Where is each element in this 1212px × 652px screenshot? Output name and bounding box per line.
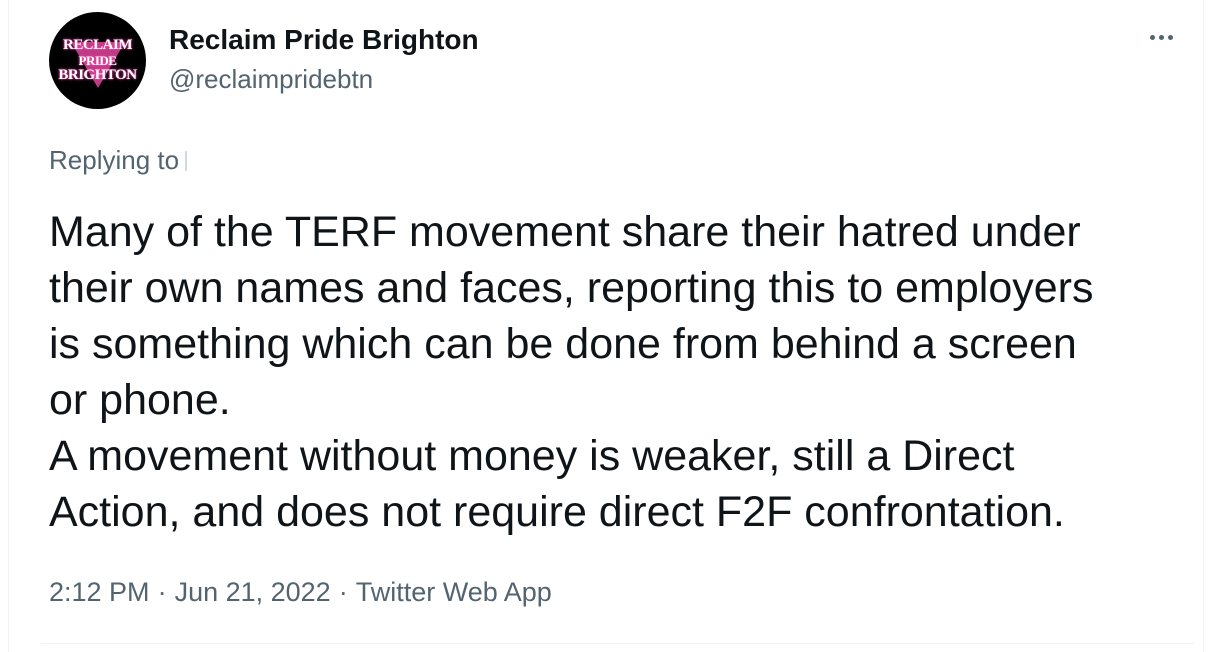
author-display-name[interactable]: Reclaim Pride Brighton	[169, 24, 479, 56]
meta-separator: ·	[157, 577, 167, 607]
tweet-meta: 2:12 PM · Jun 21, 2022 · Twitter Web App	[49, 575, 552, 609]
avatar-text-line: PRIDE	[78, 53, 117, 68]
tweet-text: Many of the TERF movement share their ha…	[49, 204, 1199, 540]
meta-separator: ·	[338, 577, 348, 607]
avatar-text-line: BRIGHTON	[58, 67, 137, 83]
replying-to: Replying to	[49, 143, 190, 177]
tweet-source[interactable]: Twitter Web App	[356, 577, 552, 607]
replying-to-label: Replying to	[49, 145, 180, 175]
avatar[interactable]: RECLAIM PRIDE BRIGHTON	[49, 12, 146, 109]
tweet-text-line: Action, and does not require direct F2F …	[49, 488, 1065, 536]
tweet-text-line: their own names and faces, reporting thi…	[49, 264, 1094, 312]
tweet-text-line: A movement without money is weaker, stil…	[49, 432, 1015, 480]
author-handle[interactable]: @reclaimpridebtn	[169, 64, 373, 94]
tweet-text-line: is something which can be done from behi…	[49, 320, 1077, 368]
tweet-card: RECLAIM PRIDE BRIGHTON Reclaim Pride Bri…	[8, 0, 1204, 652]
tweet-text-line: Many of the TERF movement share their ha…	[49, 208, 1081, 256]
divider	[41, 643, 1195, 644]
tweet-date[interactable]: Jun 21, 2022	[175, 577, 331, 607]
tweet-text-line: or phone.	[49, 376, 231, 424]
tweet-time[interactable]: 2:12 PM	[49, 577, 150, 607]
avatar-text-line: RECLAIM	[62, 37, 133, 53]
replying-to-handle-cut[interactable]	[185, 151, 190, 171]
more-options-icon[interactable]	[1141, 22, 1181, 52]
